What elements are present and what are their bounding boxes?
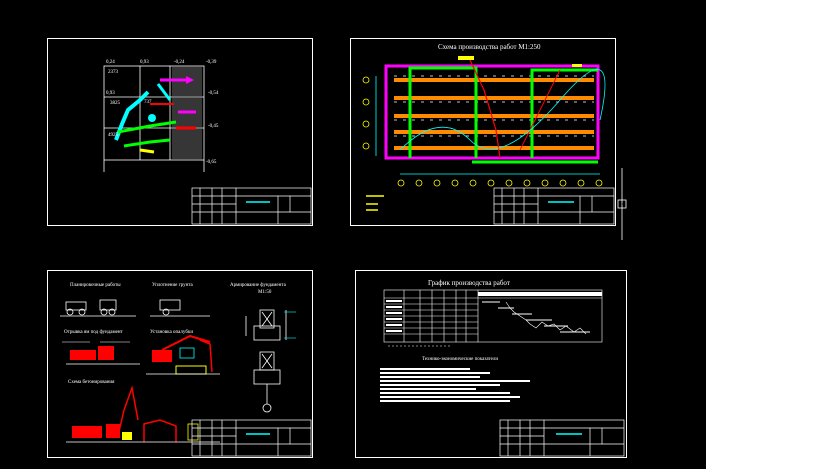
sheet4-drawing xyxy=(380,289,625,457)
